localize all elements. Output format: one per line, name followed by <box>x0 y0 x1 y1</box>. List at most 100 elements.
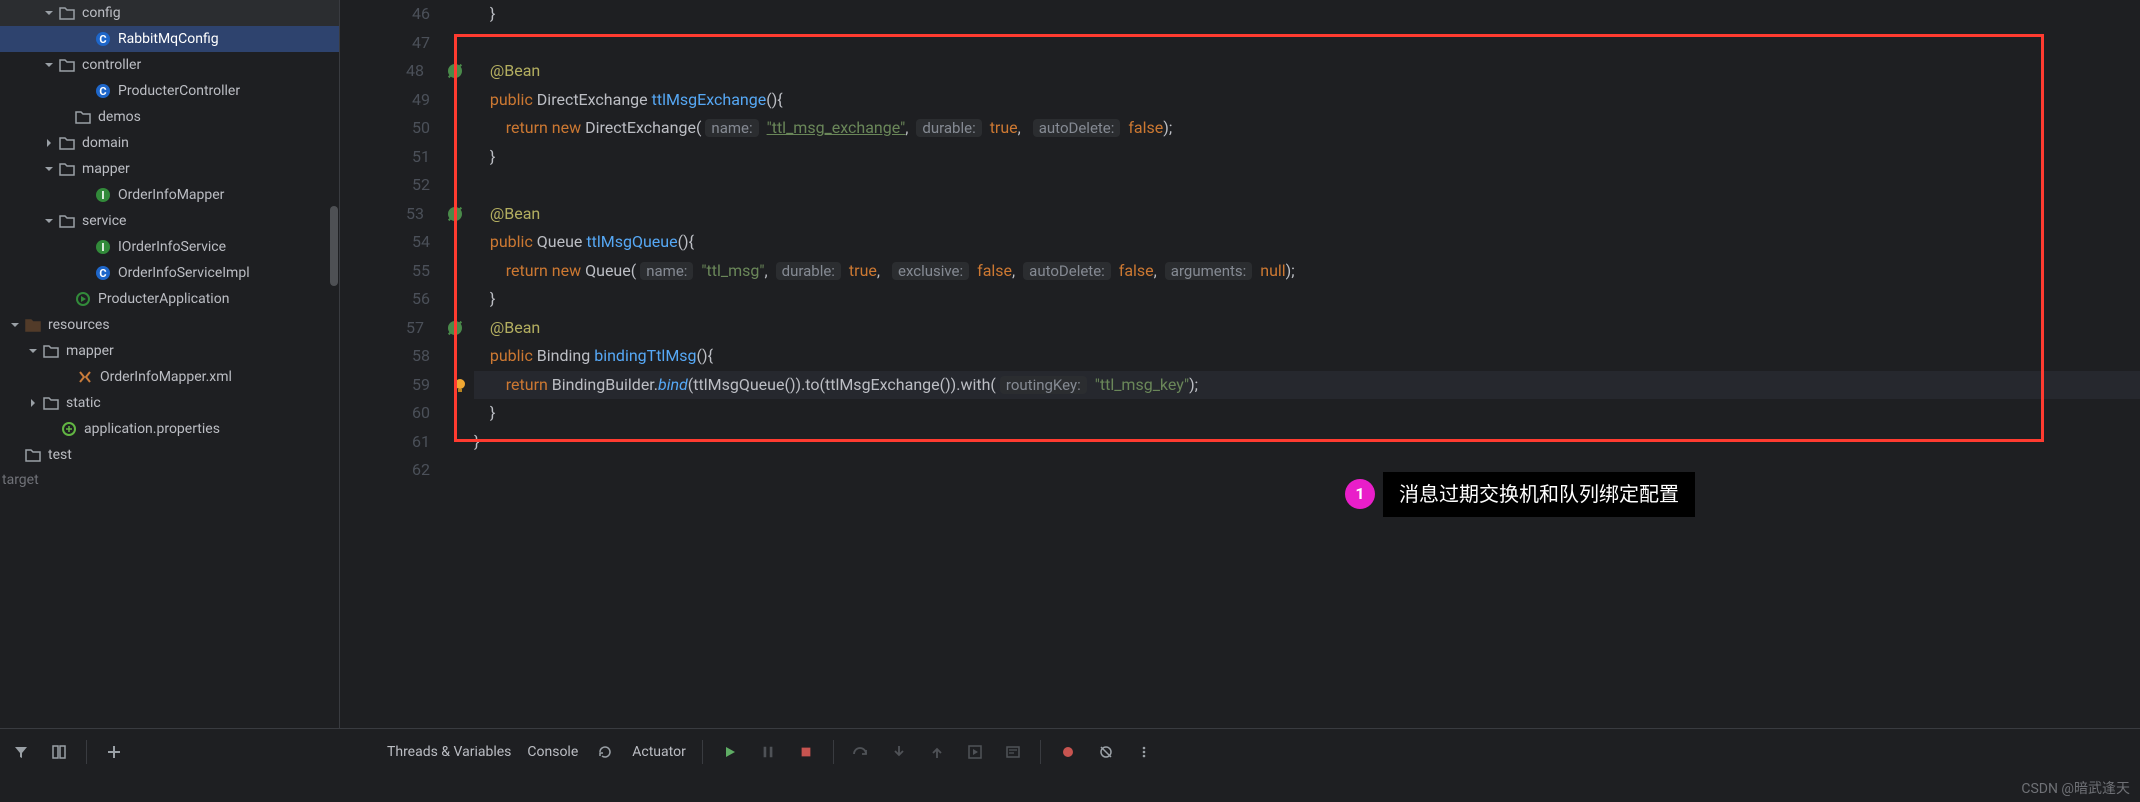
chevron-right-icon <box>40 137 58 149</box>
line-number: 50 <box>412 114 430 143</box>
tree-item[interactable]: static <box>0 390 339 416</box>
tree-item[interactable]: target <box>0 468 339 492</box>
reload-icon[interactable] <box>594 741 616 763</box>
code-editor[interactable]: 46 47 48 49 50 51 52 53 54 55 56 57 58 5… <box>340 0 2140 756</box>
pause-icon[interactable] <box>757 741 779 763</box>
line-number: 54 <box>412 228 430 257</box>
code-line: @Bean <box>474 57 2140 86</box>
code-line: } <box>474 285 2140 314</box>
tree-label: controller <box>82 57 141 73</box>
tree-label: mapper <box>66 343 114 359</box>
chevron-down-icon <box>24 345 42 357</box>
mute-breakpoints-icon[interactable] <box>1095 741 1117 763</box>
tree-item[interactable]: I IOrderInfoService <box>0 234 339 260</box>
step-over-icon[interactable] <box>850 741 872 763</box>
stop-icon[interactable] <box>795 741 817 763</box>
line-number: 46 <box>412 0 430 29</box>
line-number: 52 <box>412 171 430 200</box>
more-icon[interactable] <box>1133 741 1155 763</box>
tree-item[interactable]: config <box>0 0 339 26</box>
line-number: 48 <box>406 57 424 86</box>
line-number: 55 <box>412 257 430 286</box>
folder-icon <box>58 212 76 230</box>
tree-item[interactable]: C OrderInfoServiceImpl <box>0 260 339 286</box>
folder-icon <box>74 108 92 126</box>
tree-item[interactable]: C ProducterController <box>0 78 339 104</box>
tree-item[interactable]: ProducterApplication <box>0 286 339 312</box>
code-line: } <box>474 428 2140 457</box>
code-line <box>474 29 2140 58</box>
tree-item[interactable]: mapper <box>0 156 339 182</box>
code-area[interactable]: } @Bean public DirectExchange ttlMsgExch… <box>450 0 2140 756</box>
tree-label: OrderInfoMapper.xml <box>100 369 232 385</box>
tree-item[interactable]: domain <box>0 130 339 156</box>
tree-label: OrderInfoMapper <box>118 187 224 203</box>
tree-label: ProducterController <box>118 83 240 99</box>
chevron-down-icon <box>6 319 24 331</box>
tree-label: OrderInfoServiceImpl <box>118 265 250 281</box>
tree-item[interactable]: mapper <box>0 338 339 364</box>
annotation-callout: 1 消息过期交换机和队列绑定配置 <box>1345 472 1695 517</box>
code-line: public Binding bindingTtlMsg(){ <box>474 342 2140 371</box>
folder-icon <box>58 160 76 178</box>
tree-item-selected[interactable]: C RabbitMqConfig <box>0 26 339 52</box>
tab-threads[interactable]: Threads & Variables <box>387 744 511 760</box>
code-line-highlighted: return BindingBuilder.bind(ttlMsgQueue()… <box>474 371 2140 400</box>
folder-icon <box>58 134 76 152</box>
line-number: 49 <box>412 86 430 115</box>
callout-number: 1 <box>1345 479 1375 509</box>
chevron-down-icon <box>40 7 58 19</box>
step-out-icon[interactable] <box>926 741 948 763</box>
project-tree[interactable]: config C RabbitMqConfig controller C Pro… <box>0 0 340 756</box>
svg-text:I: I <box>101 189 104 202</box>
code-line: } <box>474 0 2140 29</box>
tree-item[interactable]: OrderInfoMapper.xml <box>0 364 339 390</box>
tree-item[interactable]: service <box>0 208 339 234</box>
tree-item[interactable]: demos <box>0 104 339 130</box>
evaluate-expression-icon[interactable] <box>1002 741 1024 763</box>
line-number: 47 <box>412 29 430 58</box>
view-breakpoints-icon[interactable] <box>1057 741 1079 763</box>
tree-item[interactable]: application.properties <box>0 416 339 442</box>
tree-label: mapper <box>82 161 130 177</box>
folder-icon <box>58 56 76 74</box>
tree-label: application.properties <box>84 421 220 437</box>
line-number: 59 <box>412 371 430 400</box>
tree-label: RabbitMqConfig <box>118 31 219 47</box>
svg-text:I: I <box>101 241 104 254</box>
code-line: @Bean <box>474 200 2140 229</box>
line-number: 61 <box>412 428 430 457</box>
tab-console[interactable]: Console <box>527 744 578 760</box>
class-file-icon: C <box>94 30 112 48</box>
tab-actuator[interactable]: Actuator <box>632 744 686 760</box>
layout-icon[interactable] <box>48 741 70 763</box>
filter-icon[interactable] <box>10 741 32 763</box>
tree-item[interactable]: test <box>0 442 339 468</box>
tree-item[interactable]: I OrderInfoMapper <box>0 182 339 208</box>
gutter: 46 47 48 49 50 51 52 53 54 55 56 57 58 5… <box>340 0 450 756</box>
plus-icon[interactable] <box>103 741 125 763</box>
interface-file-icon: I <box>94 186 112 204</box>
code-line: @Bean <box>474 314 2140 343</box>
class-file-icon: C <box>94 264 112 282</box>
resume-icon[interactable] <box>719 741 741 763</box>
folder-icon <box>58 4 76 22</box>
scrollbar-thumb[interactable] <box>330 206 338 286</box>
folder-icon <box>24 446 42 464</box>
xml-file-icon <box>76 368 94 386</box>
line-number: 60 <box>412 399 430 428</box>
code-line: return new Queue(name: "ttl_msg", durabl… <box>474 257 2140 286</box>
chevron-down-icon <box>40 215 58 227</box>
run-to-cursor-icon[interactable] <box>964 741 986 763</box>
step-into-icon[interactable] <box>888 741 910 763</box>
chevron-right-icon <box>24 397 42 409</box>
code-line <box>474 171 2140 200</box>
tree-label: test <box>48 447 72 463</box>
code-line: return new DirectExchange(name: "ttl_msg… <box>474 114 2140 143</box>
code-line: } <box>474 399 2140 428</box>
tree-item[interactable]: resources <box>0 312 339 338</box>
tree-item[interactable]: controller <box>0 52 339 78</box>
tree-label: demos <box>98 109 141 125</box>
folder-icon <box>42 342 60 360</box>
tree-label: resources <box>48 317 110 333</box>
